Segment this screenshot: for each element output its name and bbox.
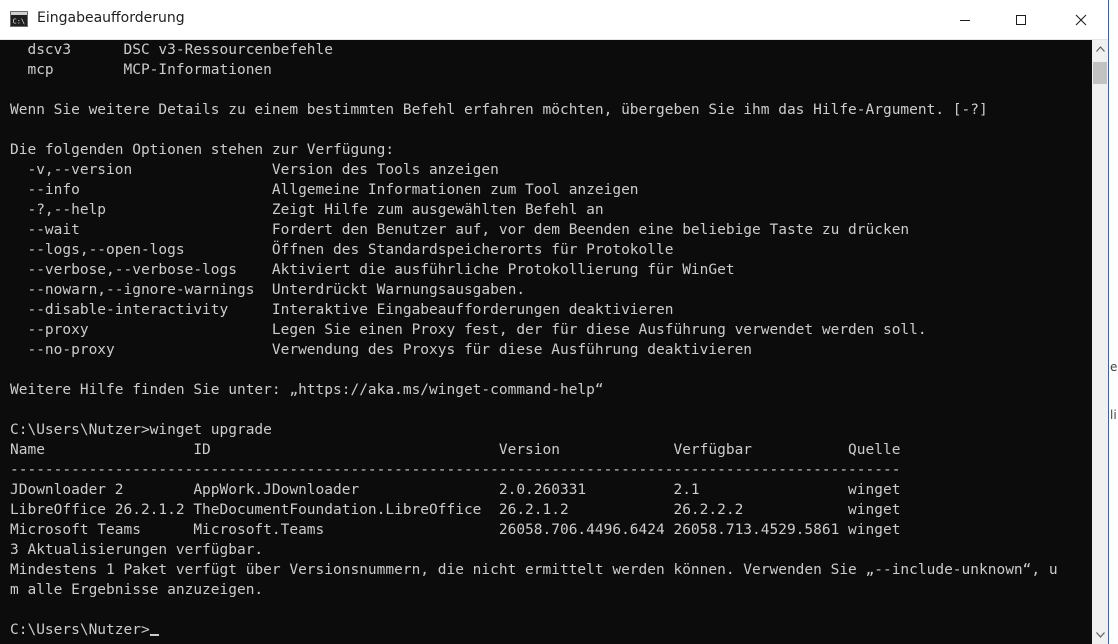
minimize-icon <box>960 19 970 21</box>
svg-text:C:\: C:\ <box>13 18 26 26</box>
console-line: Microsoft Teams Microsoft.Teams 26058.70… <box>10 522 901 538</box>
console-line: Mindestens 1 Paket verfügt über Versions… <box>10 562 1058 578</box>
console-line: Name ID Version Verfügbar Quelle <box>10 442 901 458</box>
console-line: JDownloader 2 AppWork.JDownloader 2.0.26… <box>10 482 901 498</box>
console-line: --info Allgemeine Informationen zum Tool… <box>10 182 639 198</box>
console-line: --disable-interactivity Interaktive Eing… <box>10 302 674 318</box>
console-line: --proxy Legen Sie einen Proxy fest, der … <box>10 322 927 338</box>
console-line: --logs,--open-logs Öffnen des Standardsp… <box>10 242 674 258</box>
console-line: C:\Users\Nutzer>winget upgrade <box>10 422 272 438</box>
close-icon <box>1075 14 1087 25</box>
title-bar[interactable]: C:\ Eingabeaufforderung <box>0 0 1108 40</box>
minimize-button[interactable] <box>942 0 988 39</box>
console-icon[interactable]: C:\ <box>10 11 28 27</box>
background-text-fragment: li <box>1110 408 1117 422</box>
maximize-button[interactable] <box>998 0 1044 39</box>
console-line: --nowarn,--ignore-warnings Unterdrückt W… <box>10 282 526 298</box>
console-line: Die folgenden Optionen stehen zur Verfüg… <box>10 142 395 158</box>
vertical-scrollbar[interactable] <box>1092 40 1108 644</box>
console-line: ----------------------------------------… <box>10 462 901 478</box>
close-button[interactable] <box>1058 0 1104 39</box>
console-line: --no-proxy Verwendung des Proxys für die… <box>10 342 753 358</box>
console-output[interactable]: dscv3 DSC v3-Ressourcenbefehle mcp MCP-I… <box>0 40 1092 644</box>
console-line: Weitere Hilfe finden Sie unter: „https:/… <box>10 382 604 398</box>
text-cursor <box>149 634 159 636</box>
chevron-up-icon <box>1095 46 1105 52</box>
scroll-thumb[interactable] <box>1093 62 1107 84</box>
console-line: mcp MCP-Informationen <box>10 62 272 78</box>
console-line: LibreOffice 26.2.1.2 TheDocumentFoundati… <box>10 502 901 518</box>
chevron-down-icon <box>1095 632 1105 638</box>
console-line: m alle Ergebnisse anzuzeigen. <box>10 582 264 598</box>
console-line: --wait Fordert den Benutzer auf, vor dem… <box>10 222 910 238</box>
scroll-down-button[interactable] <box>1092 626 1108 644</box>
window-title: Eingabeaufforderung <box>37 10 185 26</box>
maximize-icon <box>1016 14 1026 25</box>
console-line: --verbose,--verbose-logs Aktiviert die a… <box>10 262 735 278</box>
background-text-fragment: e <box>1110 360 1118 374</box>
console-line: -?,--help Zeigt Hilfe zum ausgewählten B… <box>10 202 604 218</box>
command-prompt-window: C:\ Eingabeaufforderung dscv3 DSC v3-Res… <box>0 0 1108 644</box>
console-line: -v,--version Version des Tools anzeigen <box>10 162 499 178</box>
console-line: C:\Users\Nutzer> <box>10 620 1058 640</box>
console-text: dscv3 DSC v3-Ressourcenbefehle mcp MCP-I… <box>10 40 1058 640</box>
console-line: dscv3 DSC v3-Ressourcenbefehle <box>10 42 334 58</box>
console-line: 3 Aktualisierungen verfügbar. <box>10 542 264 558</box>
scroll-up-button[interactable] <box>1092 40 1108 58</box>
console-line: Wenn Sie weitere Details zu einem bestim… <box>10 102 988 118</box>
